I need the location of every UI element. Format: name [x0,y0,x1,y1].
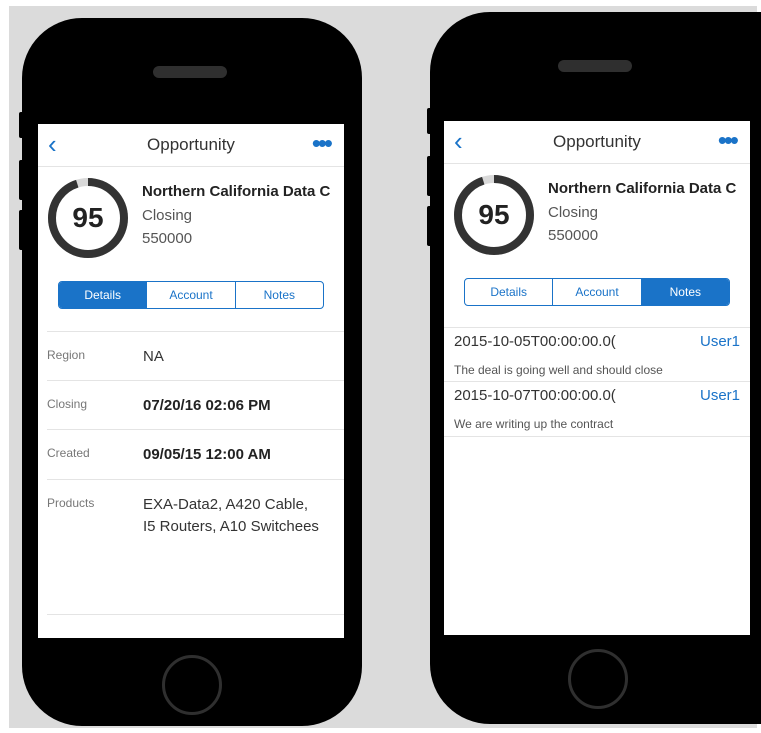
detail-row-created: Created 09/05/15 12:00 AM [47,429,344,480]
page-title: Opportunity [147,135,235,154]
detail-value: NA [143,348,164,365]
nav-bar: ‹ Opportunity ••• [38,124,344,167]
note-item[interactable]: 2015-10-07T00:00:00.0( User1 We are writ… [444,381,750,437]
opportunity-stage: Closing [142,207,193,224]
tab-account[interactable]: Account [146,282,234,308]
phone-side-button [427,156,433,196]
score-ring: 95 [46,176,130,260]
note-user-link[interactable]: User1 [700,387,740,404]
tab-notes[interactable]: Notes [234,282,323,308]
ellipsis-icon[interactable]: ••• [312,130,333,156]
opportunity-stage: Closing [548,204,599,221]
nav-bar: ‹ Opportunity ••• [444,121,750,164]
page-title: Opportunity [553,132,641,151]
score-value: 95 [72,202,104,233]
opportunity-name: Northern California Data C [142,183,331,200]
score-ring: 95 [452,173,536,257]
opportunity-name: Northern California Data C [548,180,737,197]
note-date: 2015-10-05T00:00:00.0( [454,333,616,350]
detail-label: Created [47,446,90,460]
detail-value: 09/05/15 12:00 AM [143,446,271,463]
ellipsis-icon[interactable]: ••• [718,127,739,153]
note-user-link[interactable]: User1 [700,333,740,350]
tab-bar: Details Account Notes [464,278,730,306]
phone-home-button[interactable] [568,649,628,709]
detail-value-line: EXA-Data2, A420 Cable, [143,496,309,513]
detail-value-line: I5 Routers, A10 Switchees [143,518,319,535]
tab-notes[interactable]: Notes [640,279,729,305]
detail-row-closing: Closing 07/20/16 02:06 PM [47,380,344,430]
detail-row-products: Products EXA-Data2, A420 Cable, I5 Route… [47,479,344,615]
tab-account[interactable]: Account [552,279,640,305]
phone-side-button [19,160,25,200]
note-text: The deal is going well and should close [454,363,663,377]
opportunity-amount: 550000 [548,227,599,244]
phone-home-button[interactable] [162,655,222,715]
tab-details[interactable]: Details [59,282,147,308]
phone-speaker [558,60,632,72]
detail-value: 07/20/16 02:06 PM [143,397,271,414]
detail-label: Closing [47,397,88,411]
opportunity-amount: 550000 [142,230,193,247]
phone-side-button [19,210,25,250]
note-item[interactable]: 2015-10-05T00:00:00.0( User1 The deal is… [444,327,750,382]
detail-row-region: Region NA [47,331,344,381]
detail-label: Region [47,348,86,362]
tab-details[interactable]: Details [465,279,552,305]
note-text: We are writing up the contract [454,417,614,431]
phone-side-button [427,108,433,134]
detail-label: Products [47,496,95,510]
screen-notes: ‹ Opportunity ••• 95 Northern California… [444,121,750,635]
score-value: 95 [478,199,510,230]
phone-side-button [427,206,433,246]
screen-details: ‹ Opportunity ••• 95 Northern California… [38,124,344,638]
note-date: 2015-10-07T00:00:00.0( [454,387,616,404]
phone-speaker [153,66,227,78]
tab-bar: Details Account Notes [58,281,324,309]
phone-side-button [19,112,25,138]
